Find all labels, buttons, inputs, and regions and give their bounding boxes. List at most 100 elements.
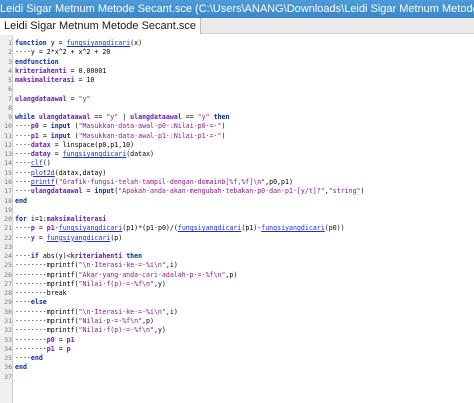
- code-token: plot2d: [30, 168, 55, 177]
- line-number: 26: [4, 270, 12, 279]
- code-line[interactable]: 1 function y = fungsiyangdicari(x): [0, 39, 474, 48]
- line-number: 14: [4, 159, 12, 168]
- code-line[interactable]: 7 ulangdataawal = "y": [0, 95, 474, 104]
- code-line[interactable]: 21 ····p = p1-fungsiyangdicari(p1)*(p1-p0…: [0, 224, 474, 233]
- code-line[interactable]: 34 ········p1 = p: [0, 345, 474, 354]
- code-text: function y = fungsiyangdicari(x): [15, 39, 142, 48]
- code-line[interactable]: 37: [0, 373, 474, 382]
- code-line[interactable]: 24 ····if abs(y)<kriteriahenti then: [0, 252, 474, 261]
- code-token: endfunction: [15, 57, 59, 66]
- tab-file[interactable]: Leidi Sigar Metnum Metode Secant.sce: [0, 18, 201, 34]
- code-line[interactable]: 11 ····p1 = input ("Masukkan·data·awal·p1…: [0, 132, 474, 141]
- code-token: |: [118, 113, 131, 122]
- line-number: 3: [8, 57, 12, 66]
- code-line[interactable]: 13 ····datay = fungsiyangdicari(datax): [0, 150, 474, 159]
- code-line[interactable]: 33 ········p0 = p1: [0, 336, 474, 345]
- code-text: maksimaliterasi = 10: [15, 76, 94, 85]
- code-line[interactable]: 4 kriteriahenti = 0.00001: [0, 67, 474, 76]
- code-token: ,p0,p1): [265, 177, 293, 186]
- code-line[interactable]: 6: [0, 85, 474, 94]
- code-token: ,i): [165, 307, 178, 316]
- line-number: 37: [4, 372, 12, 381]
- code-token: printf: [30, 177, 55, 186]
- code-text: ········mprintf("Nilai·p·=·%f\n",p): [15, 317, 154, 326]
- line-number: 11: [4, 131, 12, 140]
- code-token: ····: [15, 298, 31, 307]
- code-line[interactable]: 16 ····printf("Grafik·fungsi·telah·tampil…: [0, 178, 474, 187]
- code-text: ········break: [15, 289, 67, 298]
- code-line[interactable]: 22 ····y = fungsiyangdicari(p): [0, 234, 474, 243]
- code-line[interactable]: 2 ····y = 2*x^2 + x^2 + 20: [0, 48, 474, 57]
- code-text: end: [15, 363, 27, 372]
- code-token: ulangdataawal: [30, 187, 83, 196]
- code-token: = 0.00001: [66, 66, 107, 75]
- code-token: (datax,datay): [54, 168, 107, 177]
- code-line[interactable]: 14 ····clf(): [0, 159, 474, 168]
- code-token: ): [221, 131, 226, 140]
- code-line[interactable]: 8: [0, 104, 474, 113]
- code-line[interactable]: 36 end: [0, 363, 474, 372]
- code-line[interactable]: 23: [0, 243, 474, 252]
- code-token: end: [30, 354, 43, 363]
- code-line[interactable]: 12 ····datax = linspace(p0,p1,10): [0, 141, 474, 150]
- code-token: ········mprintf(: [15, 316, 79, 325]
- code-line[interactable]: 25 ········mprintf("\n·Iterasi·ke·=·%i\n"…: [0, 261, 474, 270]
- line-number: 20: [4, 215, 12, 224]
- code-token: "Akar·yang·anda·cari·adalah·p·=·%f\n": [78, 270, 226, 279]
- line-number: 17: [4, 187, 12, 196]
- code-token: "y": [197, 113, 210, 122]
- code-token: function: [15, 39, 51, 47]
- code-line[interactable]: 28 ········break: [0, 289, 474, 298]
- code-token: p0: [30, 122, 39, 131]
- code-line[interactable]: 27 ········mprintf("Nilai·f(p)·=·%f\n",y): [0, 280, 474, 289]
- code-token: (x): [130, 39, 143, 47]
- code-line[interactable]: 20 for i=1:maksimaliterasi: [0, 215, 474, 224]
- code-line[interactable]: 17 ····ulangdataawal = input("Apakah·anda…: [0, 187, 474, 196]
- line-number: 2: [8, 48, 12, 57]
- code-token: "Nilai·p·=·%f\n": [78, 316, 143, 325]
- code-token: ==: [181, 113, 198, 122]
- code-text: ········mprintf("Nilai·f(p)·=·%f\n",y): [15, 280, 166, 289]
- code-text: ········mprintf("\n·Iterasi·ke·=·%i\n",i…: [15, 261, 178, 270]
- code-line[interactable]: 5 maksimaliterasi = 10: [0, 76, 474, 85]
- code-token: for: [15, 215, 31, 224]
- code-line[interactable]: 18 end: [0, 197, 474, 206]
- code-line[interactable]: 31 ········mprintf("Nilai·p·=·%f\n",p): [0, 317, 474, 326]
- code-token: ulangdataawal: [15, 94, 67, 103]
- code-line[interactable]: 19: [0, 206, 474, 215]
- code-token: ····: [15, 168, 31, 177]
- code-token: p1: [46, 344, 55, 353]
- code-token: "y": [106, 113, 119, 122]
- code-editor[interactable]: 1 function y = fungsiyangdicari(x) 2 ····y …: [0, 35, 474, 403]
- code-token: = linspace(p0,p1,10): [50, 140, 135, 149]
- code-token: ): [360, 187, 365, 196]
- code-line[interactable]: 30 ········mprintf("\n·Iterasi·ke·=·%i\n"…: [0, 308, 474, 317]
- code-token: ········mprintf(: [15, 307, 79, 316]
- code-text: endfunction: [15, 58, 59, 67]
- code-text: ····end: [15, 354, 43, 363]
- code-text: ····datay = fungsiyangdicari(datax): [15, 150, 154, 159]
- code-token: =: [34, 233, 47, 242]
- line-number: 7: [8, 94, 12, 103]
- code-text: ········p1 = p: [15, 345, 71, 354]
- code-token: ): [221, 122, 226, 131]
- code-token: input: [50, 122, 71, 131]
- code-token: while: [15, 113, 39, 122]
- code-token: (: [70, 122, 79, 131]
- line-number: 15: [4, 168, 12, 177]
- code-token: p: [66, 344, 71, 353]
- code-line[interactable]: 35 ····end: [0, 354, 474, 363]
- code-token: (): [42, 159, 51, 168]
- code-token: =: [38, 131, 51, 140]
- line-number: 33: [4, 335, 12, 344]
- line-number: 25: [4, 261, 12, 270]
- code-area[interactable]: 1 function y = fungsiyangdicari(x) 2 ····y …: [0, 39, 474, 382]
- code-line[interactable]: 29 ····else: [0, 298, 474, 307]
- code-line[interactable]: 10 ····p0 = input ("Masukkan·data·awal·p0…: [0, 122, 474, 131]
- code-line[interactable]: 9 while ulangdataawal == "y" | ulangdataa…: [0, 113, 474, 122]
- code-line[interactable]: 3 endfunction: [0, 58, 474, 67]
- code-line[interactable]: 32 ········mprintf("Nilai·f(p)·=·%f\n",y): [0, 326, 474, 335]
- code-token: then: [209, 113, 230, 122]
- code-line[interactable]: 15 ····plot2d(datax,datay): [0, 169, 474, 178]
- code-line[interactable]: 26 ········mprintf("Akar·yang·anda·cari·a…: [0, 271, 474, 280]
